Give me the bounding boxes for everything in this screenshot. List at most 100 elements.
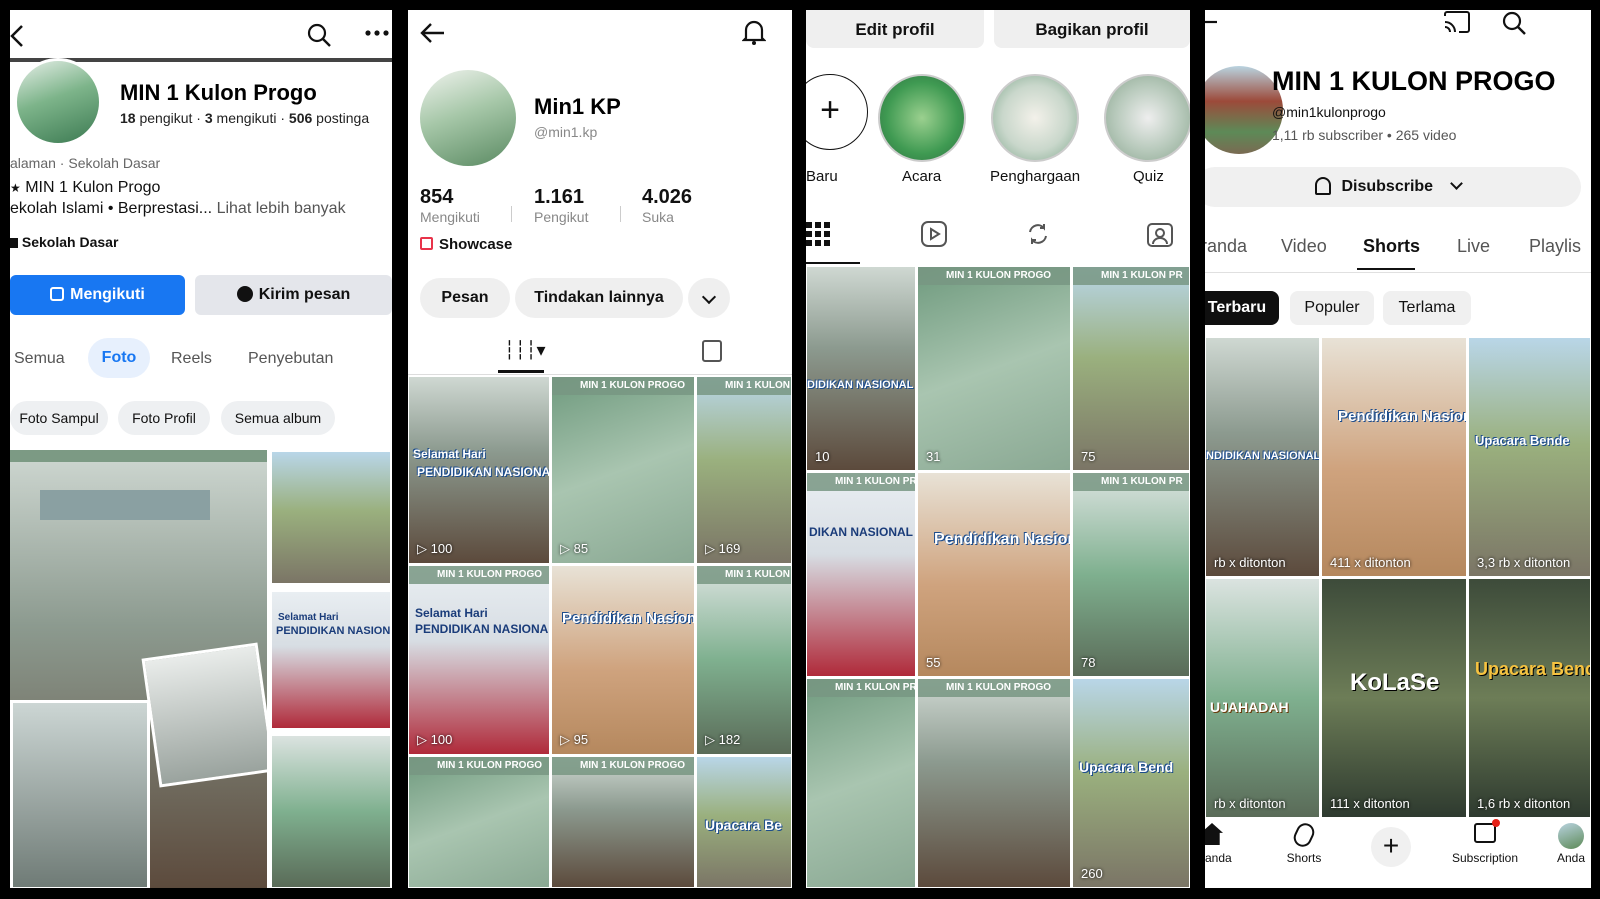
new-highlight-button[interactable]: +: [806, 74, 868, 150]
tab-shorts[interactable]: Shorts: [1363, 236, 1420, 257]
profile-avatar-icon: [1558, 823, 1584, 849]
post-tile[interactable]: MIN 1 KULON PROGO: [917, 678, 1071, 888]
more-options-icon[interactable]: [364, 28, 390, 38]
tab-photos[interactable]: Foto: [88, 338, 150, 378]
tab-mentions[interactable]: Penyebutan: [248, 350, 333, 368]
nav-label: Shorts: [1286, 851, 1322, 865]
expand-button[interactable]: [688, 278, 730, 318]
post-tile[interactable]: Pendidikan Nasional 55: [917, 472, 1071, 677]
video-tile[interactable]: MIN 1 KULON ▷ 182: [696, 565, 792, 755]
search-icon[interactable]: [306, 22, 332, 48]
grid-icon[interactable]: [806, 222, 830, 246]
bio-name-text: MIN 1 Kulon Progo: [25, 179, 161, 196]
active-tab-indicator: [498, 370, 544, 373]
highlight-label: Acara: [902, 168, 942, 185]
stat-likes[interactable]: 4.026 Suka: [642, 186, 692, 225]
subscriptions-icon: [1474, 819, 1500, 843]
chip-cover-photos[interactable]: Foto Sampul: [10, 401, 108, 435]
unsubscribe-button[interactable]: Disubscribe: [1205, 167, 1581, 207]
photo-students[interactable]: [270, 734, 392, 888]
search-icon[interactable]: [1501, 10, 1527, 36]
back-arrow-icon[interactable]: [420, 22, 446, 44]
post-banner: MIN 1 KULON PROGO: [807, 473, 915, 491]
highlight-label: Quiz: [1133, 168, 1164, 185]
short-tile[interactable]: Upacara Bende 3,3 rb x ditonton: [1468, 337, 1591, 577]
post-tile[interactable]: MIN 1 KULON PROGO DIKAN NASIONAL: [806, 472, 916, 677]
filter-popular[interactable]: Populer: [1290, 291, 1374, 325]
highlight-events[interactable]: [878, 74, 966, 162]
tab-home[interactable]: randa: [1205, 236, 1247, 257]
back-arrow-icon[interactable]: [1205, 12, 1219, 32]
tab-playlists[interactable]: Playlis: [1529, 236, 1581, 257]
stat-followers[interactable]: 1.161 Pengikut: [534, 186, 588, 225]
nav-home[interactable]: randa: [1205, 823, 1232, 865]
tab-live[interactable]: Live: [1457, 236, 1490, 257]
chip-profile-photos[interactable]: Foto Profil: [118, 401, 210, 435]
edit-profile-button[interactable]: Edit profil: [806, 10, 984, 48]
star-icon: ★: [10, 181, 21, 195]
post-tile[interactable]: MIN 1 KULON PR 75: [1072, 266, 1190, 471]
cast-icon[interactable]: [1443, 10, 1471, 34]
grid-tab-icon[interactable]: ┆┆┆▾: [504, 340, 546, 361]
post-tile[interactable]: MIN 1 KULON PROGO 31: [917, 266, 1071, 471]
following-label: mengikuti: [216, 110, 277, 126]
short-tile[interactable]: NDIDIKAN NASIONAL rb x ditonton: [1205, 337, 1320, 577]
post-tile[interactable]: MIN 1 KULON PR 78: [1072, 472, 1190, 677]
bell-icon[interactable]: [742, 18, 766, 46]
nav-you[interactable]: Anda: [1551, 823, 1591, 865]
see-more-link[interactable]: Lihat lebih banyak: [217, 200, 346, 217]
post-title: DIKAN NASIONAL: [809, 525, 913, 539]
bio-text-content: ekolah Islami • Berprestasi...: [10, 200, 213, 217]
video-tile[interactable]: Selamat Hari PENDIDIKAN NASIONAL ▷ 100: [408, 376, 550, 564]
tab-reels[interactable]: Reels: [171, 350, 212, 368]
create-button[interactable]: +: [1371, 827, 1411, 867]
post-tile[interactable]: Upacara Bend 260: [1072, 678, 1190, 888]
profile-avatar[interactable]: [420, 70, 516, 166]
channel-handle: @min1kulonprogo: [1272, 104, 1386, 120]
share-profile-button[interactable]: Bagikan profil: [994, 10, 1190, 48]
showcase-link[interactable]: Showcase: [420, 236, 512, 253]
highlight-awards[interactable]: [991, 74, 1079, 162]
video-tile[interactable]: MIN 1 KULON PROGO ▷ 85: [551, 376, 695, 564]
tagged-icon[interactable]: [1146, 220, 1174, 248]
filter-latest[interactable]: Terbaru: [1205, 291, 1279, 325]
chip-all-albums[interactable]: Semua album: [221, 401, 335, 435]
profile-name: Min1 KP: [534, 94, 621, 119]
reels-icon[interactable]: [920, 220, 948, 248]
tab-videos[interactable]: Video: [1281, 236, 1327, 257]
photo-collage-classroom[interactable]: [10, 450, 267, 888]
tab-all[interactable]: Semua: [14, 350, 65, 368]
following-button-label: Mengikuti: [70, 286, 145, 303]
nav-shorts[interactable]: Shorts: [1279, 820, 1329, 865]
short-tile[interactable]: Upacara Bendera 1,6 rb x ditonton: [1468, 578, 1591, 818]
message-button[interactable]: Pesan: [420, 278, 510, 318]
post-tile[interactable]: DIDIKAN NASIONAL 10: [806, 266, 916, 471]
send-message-button[interactable]: Kirim pesan: [195, 275, 392, 315]
filter-oldest[interactable]: Terlama: [1383, 291, 1471, 325]
stat-following[interactable]: 854 Mengikuti: [420, 186, 480, 225]
post-tile[interactable]: MIN 1 KULON PROGO: [806, 678, 916, 888]
followers-count: 18: [120, 110, 136, 126]
back-arrow-icon[interactable]: [10, 24, 24, 48]
photo-yard[interactable]: [270, 450, 392, 585]
repost-icon[interactable]: [1024, 220, 1052, 248]
nav-label: Anda: [1556, 851, 1586, 865]
profile-avatar[interactable]: [14, 58, 102, 146]
following-button[interactable]: Mengikuti: [10, 275, 185, 315]
video-tile[interactable]: Upacara Be: [696, 756, 792, 888]
video-tile[interactable]: MIN 1 KULON PROGO: [551, 756, 695, 888]
short-tile[interactable]: Pendidikan Nasional 411 x ditonton: [1321, 337, 1467, 577]
shop-tab-icon[interactable]: [702, 340, 722, 362]
short-tile[interactable]: KoLaSe 111 x ditonton: [1321, 578, 1467, 818]
video-tile[interactable]: MIN 1 KULON PROGO Selamat Hari PENDIDIKA…: [408, 565, 550, 755]
video-tile[interactable]: Pendidikan Nasional ▷ 95: [551, 565, 695, 755]
more-actions-button[interactable]: Tindakan lainnya: [515, 278, 683, 318]
highlight-quiz[interactable]: [1104, 74, 1190, 162]
video-views: ▷ 100: [417, 732, 453, 747]
short-tile[interactable]: UJAHADAH rb x ditonton: [1205, 578, 1320, 818]
nav-subscriptions[interactable]: Subscription: [1445, 819, 1525, 865]
video-tile[interactable]: MIN 1 KULON PROGO: [408, 756, 550, 888]
video-tile[interactable]: MIN 1 KULON ▷ 169: [696, 376, 792, 564]
photo-celebration[interactable]: Selamat Hari PENDIDIKAN NASION: [270, 590, 392, 730]
video-tile-subtitle: Selamat Hari: [415, 606, 488, 620]
